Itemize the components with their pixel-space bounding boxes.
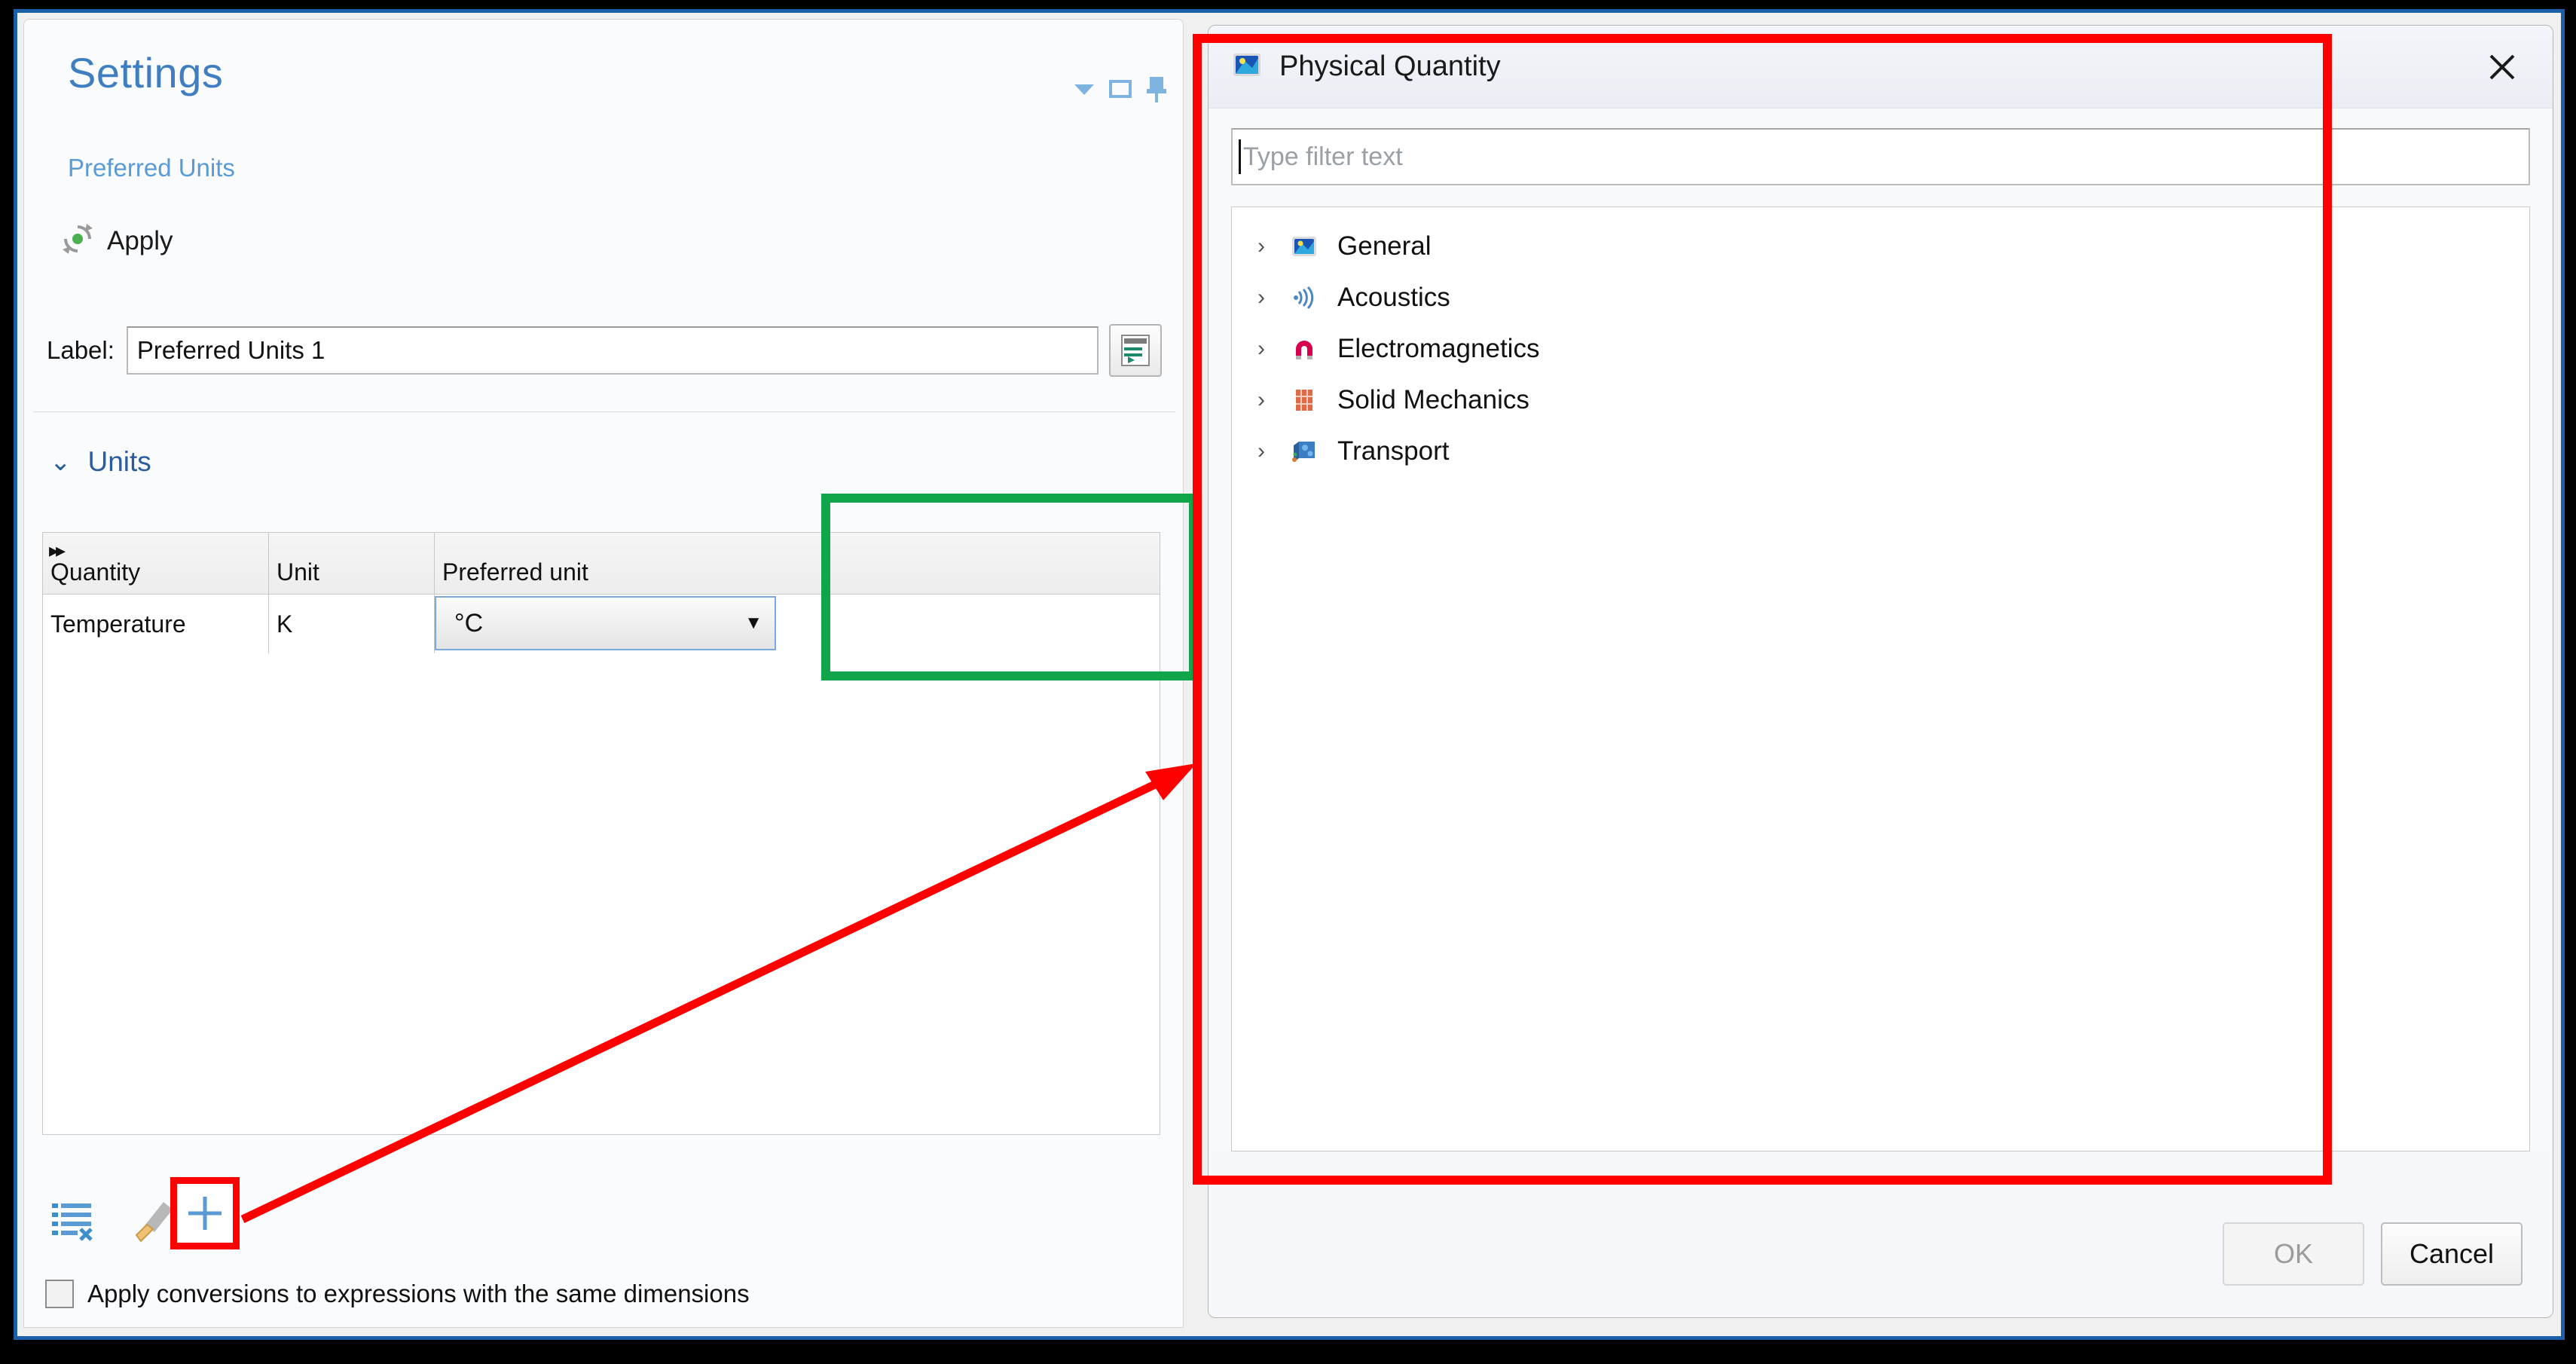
screenshot-root: Settings Preferred Units Apply Label: Pr… [0,0,2576,1364]
apply-button[interactable]: Apply [60,222,173,260]
dialog-titlebar: Physical Quantity [1209,26,2553,109]
tree-item-label: General [1337,231,1432,261]
application-window: Settings Preferred Units Apply Label: Pr… [14,9,2565,1340]
tree-item-label: Solid Mechanics [1337,385,1529,414]
tree-item-electromagnetics[interactable]: › Electromagnetics [1232,323,2529,375]
electromagnetics-icon [1289,334,1319,364]
solid-mechanics-icon [1289,385,1319,415]
units-table: ▸▸ Quantity Unit Preferred unit Temperat… [42,532,1160,1135]
dialog-body: Type filter text › General › Acoustics ›… [1209,109,2553,1151]
tree-item-label: Transport [1337,436,1450,466]
label-input[interactable]: Preferred Units 1 [126,326,1099,375]
physical-quantity-dialog: Physical Quantity Type filter text › Gen… [1208,25,2553,1318]
dialog-footer: OK Cancel [1209,1191,2553,1317]
settings-panel: Settings Preferred Units Apply Label: Pr… [23,19,1184,1328]
preferred-unit-value: °C [454,608,484,638]
dropdown-menu-icon[interactable] [1071,76,1097,102]
red-highlight-add-button[interactable] [170,1177,240,1249]
filter-input[interactable]: Type filter text [1231,128,2530,185]
tree-item-label: Acoustics [1337,283,1450,312]
plus-icon [188,1197,222,1230]
chevron-right-icon[interactable]: › [1251,285,1271,310]
general-icon [1289,231,1319,261]
cell-preferred-unit: °C ▼ [435,595,784,653]
tree-item-acoustics[interactable]: › Acoustics [1232,272,2529,323]
label-row: Label: Preferred Units 1 [47,324,1162,377]
column-header-preferred-unit: Preferred unit [442,558,588,586]
tree-item-label: Electromagnetics [1337,334,1540,363]
table-row[interactable]: Temperature K °C ▼ [43,595,1160,653]
apply-label: Apply [107,225,173,255]
units-section-header[interactable]: ⌄ Units [50,446,151,478]
pin-icon[interactable] [1144,74,1169,104]
rename-label-button[interactable] [1109,324,1162,377]
text-cursor [1239,139,1241,174]
clear-table-button[interactable] [44,1192,101,1249]
cell-quantity: Temperature [43,595,269,653]
table-header-row: ▸▸ Quantity Unit Preferred unit [43,533,1160,595]
tree-item-solid-mechanics[interactable]: › Solid Mechanics [1232,375,2529,426]
divider [33,411,1175,412]
tree-item-general[interactable]: › General [1232,221,2529,272]
panel-header-icons [1071,74,1169,104]
cell-unit: K [269,595,435,653]
chevron-right-icon[interactable]: › [1251,439,1271,464]
apply-refresh-icon [60,222,95,260]
dialog-title: Physical Quantity [1279,50,1501,82]
transport-icon [1289,436,1319,466]
acoustics-icon [1289,283,1319,313]
chevron-right-icon[interactable]: › [1251,387,1271,413]
tree-item-transport[interactable]: › Transport [1232,426,2529,477]
apply-conversions-label: Apply conversions to expressions with th… [87,1280,750,1307]
apply-conversions-checkbox-row[interactable]: Apply conversions to expressions with th… [45,1280,750,1308]
ok-button[interactable]: OK [2223,1222,2364,1286]
quantity-tree[interactable]: › General › Acoustics › Electromagnetics… [1231,206,2530,1151]
apply-conversions-checkbox[interactable] [45,1280,74,1308]
chevron-down-icon: ▼ [744,613,762,633]
maximize-icon[interactable] [1108,76,1133,102]
label-caption: Label: [47,336,115,364]
filter-placeholder: Type filter text [1243,142,1403,171]
units-section-label: Units [87,446,151,477]
physical-quantity-icon [1230,47,1264,86]
column-header-quantity: ▸▸ Quantity [43,533,269,594]
select-all-arrow-icon[interactable]: ▸▸ [49,539,66,562]
chevron-down-icon: ⌄ [50,448,72,476]
chevron-right-icon[interactable]: › [1251,234,1271,259]
column-header-unit: Unit [269,533,435,594]
chevron-right-icon[interactable]: › [1251,336,1271,362]
close-icon[interactable] [2479,44,2526,90]
preferred-unit-dropdown[interactable]: °C ▼ [435,596,776,650]
page-title: Settings [68,49,224,96]
cancel-button[interactable]: Cancel [2381,1222,2523,1286]
page-subtitle: Preferred Units [68,154,235,182]
